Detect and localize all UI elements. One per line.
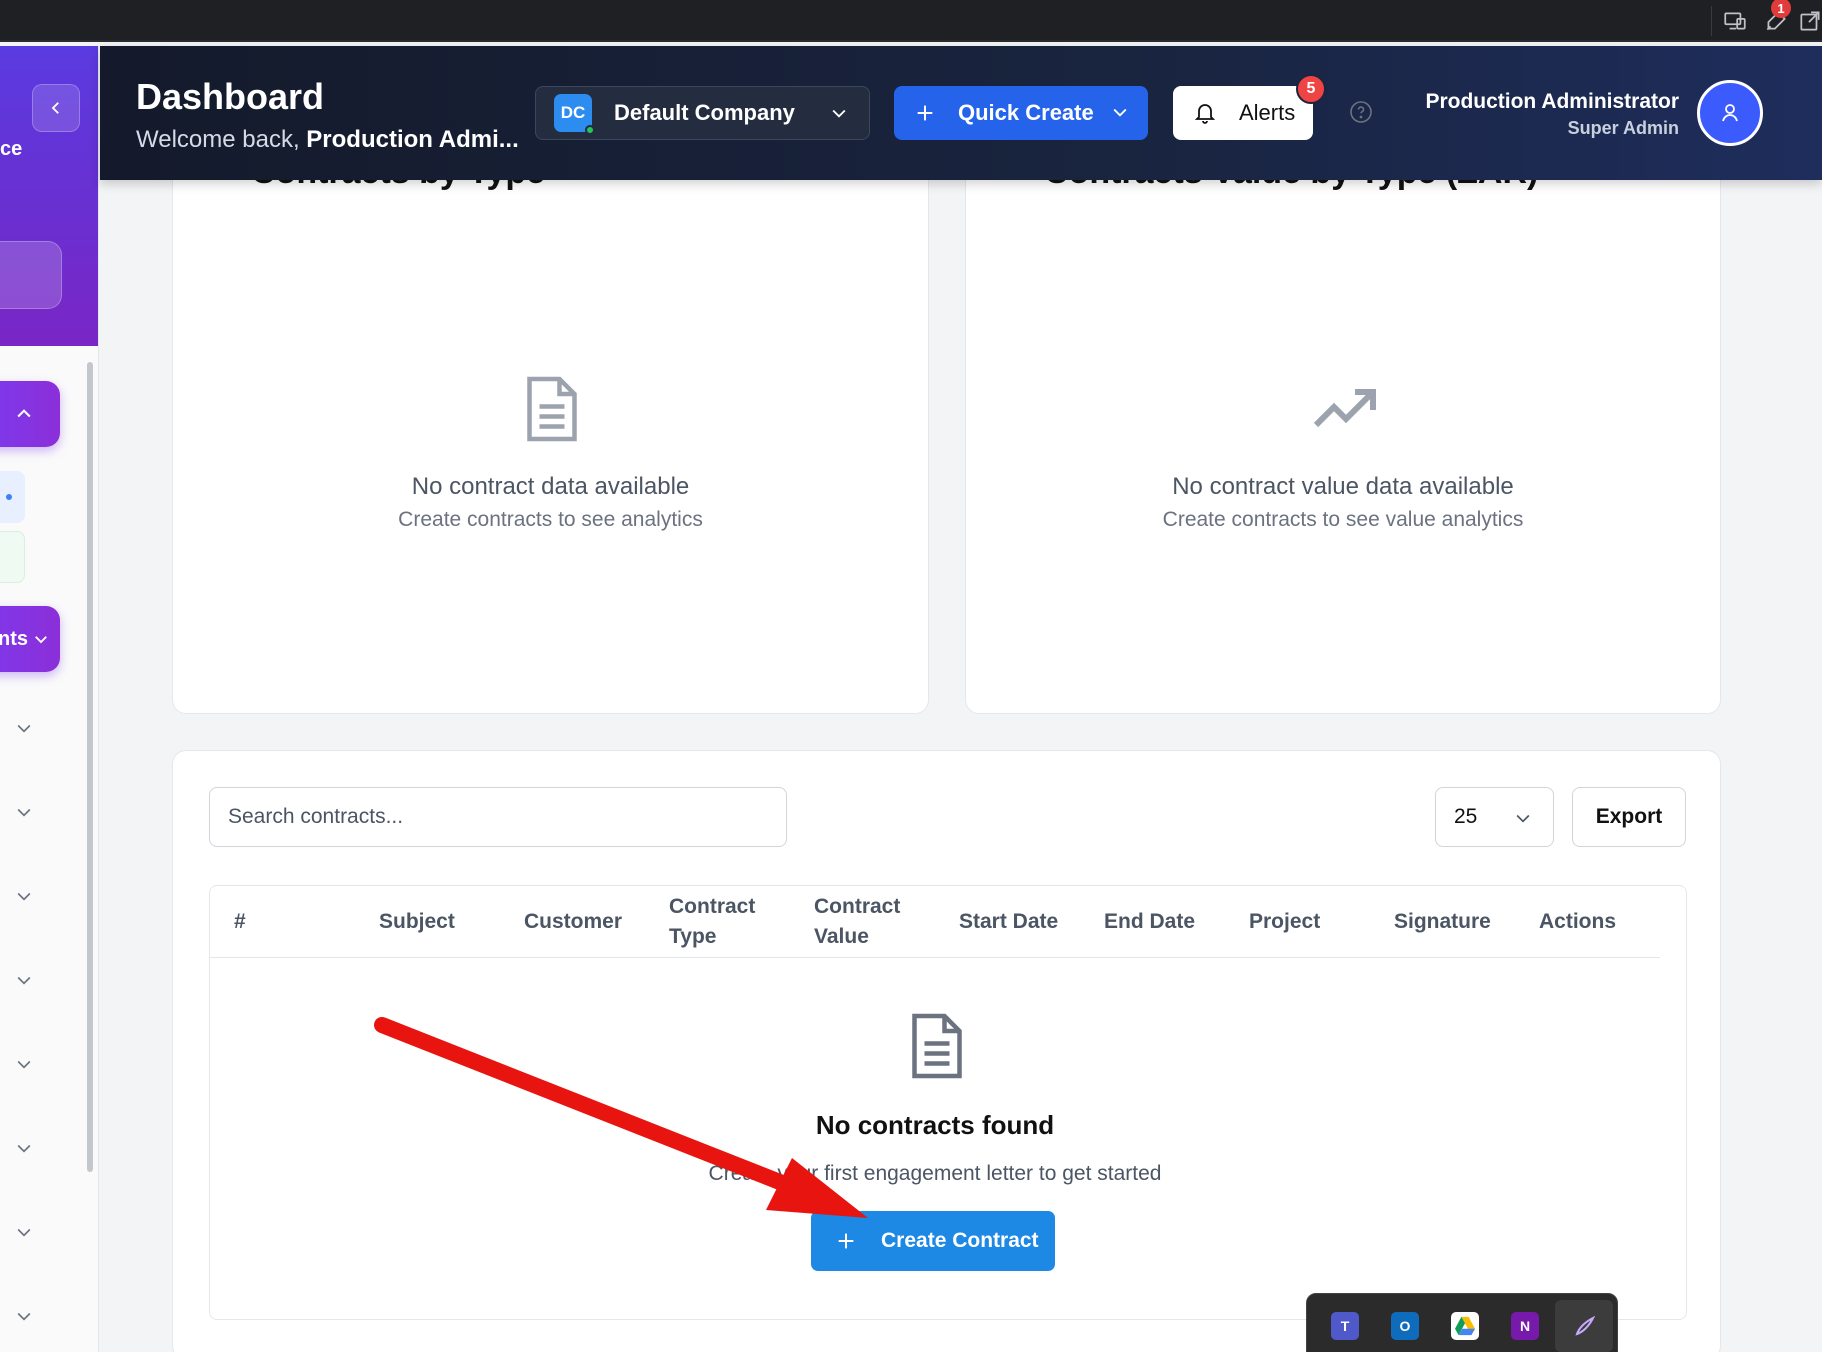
help-icon[interactable]	[1349, 100, 1373, 124]
sidebar-item-label: nts	[0, 627, 28, 650]
chevron-down-icon[interactable]	[14, 1222, 34, 1242]
sidebar-profile-card[interactable]	[0, 241, 62, 309]
create-contract-label: Create Contract	[881, 1229, 1039, 1252]
plus-icon	[838, 1233, 854, 1249]
empty-subtitle: Create contracts to see value analytics	[1162, 508, 1524, 531]
sidebar-brand-text: ce	[0, 138, 23, 160]
column-header-contract-type[interactable]: Contract Type	[669, 886, 769, 958]
welcome-text: Welcome back, Production Admi...	[136, 126, 519, 154]
plus-icon	[917, 105, 933, 121]
user-name: Production Administrator	[1425, 90, 1679, 113]
sidebar-subitem-active[interactable]	[0, 471, 25, 523]
column-header-number[interactable]: #	[234, 886, 246, 958]
table-header: # Subject Customer Contract Type Contrac…	[210, 886, 1660, 958]
contracts-value-card: Contracts Value by Type (ZAR) No contrac…	[965, 130, 1721, 714]
welcome-prefix: Welcome back,	[136, 126, 307, 153]
bell-icon	[1194, 104, 1216, 124]
per-page-value: 25	[1454, 805, 1478, 828]
export-button[interactable]: Export	[1572, 787, 1686, 847]
sidebar-collapse-button[interactable]	[32, 84, 80, 132]
contracts-table: # Subject Customer Contract Type Contrac…	[209, 885, 1687, 1320]
google-drive-icon[interactable]	[1451, 1312, 1479, 1340]
active-dot	[6, 494, 12, 500]
chevron-down-icon[interactable]	[14, 886, 34, 906]
chevron-left-icon	[51, 102, 59, 114]
chevron-up-icon	[17, 409, 31, 418]
sidebar-brand-area: ce	[0, 46, 98, 346]
column-header-project[interactable]: Project	[1249, 886, 1320, 958]
quick-create-label: Quick Create	[958, 100, 1094, 125]
column-header-signature[interactable]: Signature	[1394, 886, 1491, 958]
company-selector[interactable]: DC Default Company	[535, 86, 870, 140]
chevron-down-icon[interactable]	[14, 1054, 34, 1074]
document-icon	[912, 1013, 962, 1079]
taskbar-overflow: T O N	[1306, 1293, 1618, 1352]
contracts-by-type-card: Contracts by Type No contract data avail…	[172, 130, 929, 714]
chevron-down-icon[interactable]	[14, 970, 34, 990]
trending-up-icon	[1313, 389, 1376, 428]
sidebar-subitem[interactable]	[0, 531, 25, 583]
company-initials: DC	[560, 103, 586, 122]
empty-state-subtitle: Create your first engagement letter to g…	[708, 1162, 1162, 1185]
quick-create-button[interactable]: Quick Create	[894, 86, 1148, 140]
per-page-select[interactable]: 25	[1435, 787, 1554, 847]
empty-state-title: No contracts found	[815, 1110, 1055, 1140]
company-name: Default Company	[614, 100, 795, 125]
chevron-down-icon	[1113, 108, 1127, 117]
chevron-down-icon	[35, 636, 47, 644]
create-contract-button[interactable]: Create Contract	[811, 1211, 1055, 1271]
teams-icon[interactable]: T	[1331, 1312, 1359, 1340]
column-header-end-date[interactable]: End Date	[1104, 886, 1195, 958]
chevron-down-icon	[1516, 814, 1530, 823]
chevron-down-icon[interactable]	[14, 802, 34, 822]
chevron-down-icon	[832, 109, 846, 118]
online-indicator	[585, 125, 595, 135]
column-header-start-date[interactable]: Start Date	[959, 886, 1058, 958]
alerts-label: Alerts	[1239, 100, 1296, 125]
app-header: Dashboard Welcome back, Production Admi.…	[100, 46, 1822, 180]
company-avatar: DC	[554, 94, 595, 135]
chevron-down-icon[interactable]	[14, 718, 34, 738]
column-header-subject[interactable]: Subject	[379, 886, 455, 958]
empty-title: No contract value data available	[1172, 473, 1514, 500]
user-avatar[interactable]	[1697, 80, 1763, 146]
sidebar-scrollbar[interactable]	[87, 362, 93, 1172]
search-input[interactable]	[209, 787, 787, 847]
sidebar-group-expanded[interactable]	[0, 381, 60, 447]
column-header-actions: Actions	[1539, 910, 1617, 933]
sidebar: ce nts	[0, 46, 99, 1352]
empty-title: No contract data available	[411, 473, 690, 500]
alerts-count-badge: 5	[1296, 74, 1326, 104]
toolbar-divider	[1711, 6, 1712, 36]
outlook-icon[interactable]: O	[1391, 1312, 1419, 1340]
column-header-customer[interactable]: Customer	[524, 886, 622, 958]
browser-toolbar: 1	[0, 0, 1822, 42]
welcome-name: Production Admi...	[306, 126, 519, 153]
chevron-down-icon[interactable]	[14, 1138, 34, 1158]
user-icon	[1722, 104, 1738, 122]
onenote-icon[interactable]: N	[1511, 1312, 1539, 1340]
column-header-contract-value[interactable]: Contract Value	[814, 886, 914, 958]
document-icon	[527, 376, 577, 442]
alerts-button[interactable]: Alerts 5	[1173, 74, 1326, 140]
chevron-down-icon[interactable]	[14, 1306, 34, 1326]
contracts-table-card: 25 Export # Subject Customer Contract Ty…	[172, 750, 1721, 1352]
pen-icon[interactable]	[1571, 1312, 1599, 1340]
sidebar-item-documents[interactable]: nts	[0, 606, 60, 672]
user-role: Super Admin	[1567, 118, 1679, 138]
open-external-icon[interactable]	[1797, 8, 1822, 34]
empty-subtitle: Create contracts to see analytics	[398, 508, 703, 531]
page-title: Dashboard	[136, 76, 325, 117]
cast-icon[interactable]	[1722, 8, 1748, 34]
